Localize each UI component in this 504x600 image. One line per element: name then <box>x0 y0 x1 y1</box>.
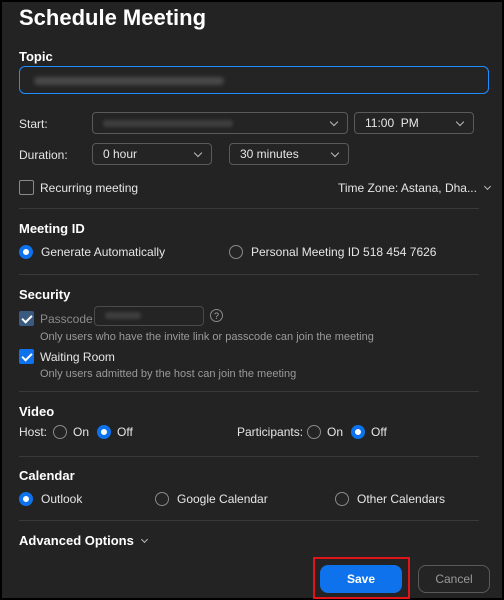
chevron-down-icon <box>329 117 339 126</box>
start-label: Start: <box>19 117 48 131</box>
video-participants-row: Participants: On Off <box>237 425 387 439</box>
start-date-select[interactable] <box>92 112 348 134</box>
radio-unselected[interactable] <box>229 245 243 259</box>
duration-hours-value: 0 hour <box>103 147 138 161</box>
waiting-room-help-text: Only users admitted by the host can join… <box>40 368 297 380</box>
calendar-google-option[interactable]: Google Calendar <box>155 492 268 506</box>
advanced-options-label: Advanced Options <box>19 533 134 548</box>
personal-id-label: Personal Meeting ID 518 454 7626 <box>251 245 437 259</box>
chevron-down-icon <box>140 535 148 543</box>
video-host-row: Host: On Off <box>19 425 133 439</box>
passcode-label: Passcode <box>40 312 93 326</box>
duration-hours-select[interactable]: 0 hour <box>92 143 212 165</box>
radio-selected[interactable] <box>19 245 33 259</box>
divider <box>19 520 479 521</box>
host-off-label: Off <box>117 425 133 439</box>
start-date-redacted <box>103 119 233 127</box>
schedule-meeting-window: Schedule Meeting Topic Start: 11:00 PM D… <box>2 2 502 599</box>
participants-on-label: On <box>327 425 344 439</box>
waiting-room-label: Waiting Room <box>40 350 115 364</box>
save-button[interactable]: Save <box>320 565 402 593</box>
divider <box>19 391 479 392</box>
waiting-room-checkbox[interactable] <box>19 349 34 364</box>
other-label: Other Calendars <box>357 492 446 506</box>
divider <box>19 456 479 457</box>
calendar-outlook-option[interactable]: Outlook <box>19 492 82 506</box>
start-time-select[interactable]: 11:00 PM <box>354 112 474 134</box>
video-heading: Video <box>19 404 55 419</box>
meeting-id-personal-option[interactable]: Personal Meeting ID 518 454 7626 <box>229 245 436 259</box>
participants-off-radio[interactable] <box>351 425 366 439</box>
passcode-input[interactable] <box>94 306 204 326</box>
host-on-label: On <box>73 425 90 439</box>
cancel-button[interactable]: Cancel <box>418 565 490 593</box>
outlook-label: Outlook <box>41 492 83 506</box>
timezone-select[interactable]: Time Zone: Astana, Dha... <box>338 181 492 195</box>
duration-label: Duration: <box>19 148 68 162</box>
recurring-label: Recurring meeting <box>40 181 139 195</box>
meeting-id-generate-option[interactable]: Generate Automatically <box>19 245 165 259</box>
participants-label: Participants: <box>237 425 304 439</box>
chevron-down-icon <box>455 117 465 126</box>
generate-label: Generate Automatically <box>41 245 166 259</box>
calendar-heading: Calendar <box>19 468 75 483</box>
help-icon[interactable]: ? <box>210 309 223 322</box>
calendar-other-option[interactable]: Other Calendars <box>335 492 445 506</box>
duration-minutes-select[interactable]: 30 minutes <box>229 143 349 165</box>
divider <box>19 208 479 209</box>
passcode-checkbox[interactable] <box>19 311 34 326</box>
divider <box>19 274 479 275</box>
chevron-down-icon <box>193 148 203 157</box>
google-label: Google Calendar <box>177 492 268 506</box>
timezone-label: Time Zone: Astana, Dha... <box>338 181 477 195</box>
topic-input[interactable] <box>19 66 489 94</box>
duration-minutes-value: 30 minutes <box>240 147 299 161</box>
meeting-id-heading: Meeting ID <box>19 221 85 236</box>
security-heading: Security <box>19 287 71 302</box>
radio-unselected[interactable] <box>335 492 349 506</box>
topic-heading: Topic <box>19 49 53 64</box>
chevron-down-icon <box>483 182 492 191</box>
advanced-options-toggle[interactable]: Advanced Options <box>19 533 148 548</box>
start-time-value: 11:00 PM <box>365 116 419 130</box>
host-label: Host: <box>19 425 48 439</box>
topic-value-redacted <box>34 77 224 85</box>
page-title: Schedule Meeting <box>19 5 207 30</box>
passcode-help-text: Only users who have the invite link or p… <box>40 331 374 343</box>
host-off-radio[interactable] <box>97 425 112 439</box>
participants-off-label: Off <box>371 425 387 439</box>
participants-on-radio[interactable] <box>307 425 322 439</box>
chevron-down-icon <box>330 148 340 157</box>
radio-unselected[interactable] <box>155 492 169 506</box>
recurring-checkbox[interactable] <box>19 180 34 195</box>
passcode-value-redacted <box>105 312 141 319</box>
host-on-radio[interactable] <box>53 425 68 439</box>
radio-selected[interactable] <box>19 492 33 506</box>
